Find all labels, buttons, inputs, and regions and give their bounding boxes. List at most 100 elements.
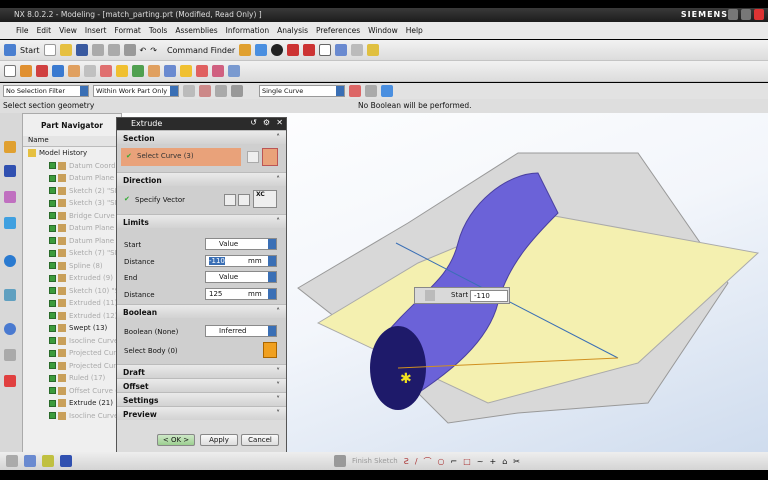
unit-dropdown-icon[interactable] [268,289,276,299]
visibility-checkbox[interactable] [49,199,56,207]
section-group-header[interactable]: Section ˄ [117,130,286,144]
feature-node[interactable]: Projected Curve [23,347,121,360]
visibility-checkbox[interactable] [49,312,56,320]
vector-dropdown[interactable]: XC [253,190,277,208]
menu-information[interactable]: Information [226,26,269,35]
start-button[interactable]: Start [20,46,40,55]
feature-node[interactable]: Sketch (10) "SK [23,285,121,298]
direction-group-header[interactable]: Direction ˄ [117,172,286,186]
feature-node[interactable]: Datum Plane (6) [23,235,121,248]
apply-button[interactable]: Apply [200,434,238,446]
settings-group-header[interactable]: Settings ˅ [117,392,286,406]
menu-analysis[interactable]: Analysis [277,26,308,35]
render-icon[interactable] [287,44,300,56]
visibility-checkbox[interactable] [49,162,56,170]
visibility-checkbox[interactable] [49,412,56,420]
snap-point-icon[interactable] [381,85,393,97]
unite-icon[interactable] [100,65,112,77]
hole-icon[interactable] [68,65,80,77]
analysis-icon[interactable] [367,44,380,56]
visibility-checkbox[interactable] [49,274,56,282]
shading-icon[interactable] [271,44,284,56]
vector-dialog-icon[interactable] [238,194,250,206]
sketch-section-icon[interactable] [247,151,259,163]
extrude-icon[interactable] [20,65,32,77]
history-icon[interactable] [4,323,16,335]
feature-node[interactable]: Isocline Curve ( [23,410,121,423]
reset-icon[interactable]: ↺ [250,118,257,127]
visibility-checkbox[interactable] [49,337,56,345]
circle-icon[interactable]: ○ [438,457,445,466]
finish-sketch-icon[interactable] [334,455,346,467]
finish-sketch-button[interactable]: Finish Sketch [352,457,398,465]
feature-node[interactable]: Swept (13) [23,322,121,335]
menu-tools[interactable]: Tools [149,26,167,35]
menu-file[interactable]: File [16,26,29,35]
visibility-checkbox[interactable] [49,249,56,257]
visibility-checkbox[interactable] [49,387,56,395]
selection-filter-dropdown[interactable]: No Selection Filter [3,85,89,97]
save-icon[interactable] [75,44,88,56]
system-materials-icon[interactable] [4,349,16,361]
model-history-node[interactable]: Model History [23,147,121,160]
minimize-button[interactable] [728,9,738,20]
selection-scope-dropdown[interactable]: Within Work Part Only [93,85,179,97]
boolean-dropdown[interactable]: Inferred [205,325,277,337]
feature-node[interactable]: Sketch (2) "SKE [23,185,121,198]
start-distance-input[interactable]: -110 mm [205,255,277,267]
command-finder-button[interactable]: Command Finder [167,46,235,55]
limit-type-icon[interactable] [425,290,435,301]
select-curve-row[interactable]: ✔ Select Curve (3) [121,148,241,166]
follow-fillet-icon[interactable] [365,85,377,97]
visibility-checkbox[interactable] [49,174,56,182]
start-handle-input[interactable]: -110 [470,290,508,302]
sketch-icon[interactable] [4,65,16,77]
visibility-checkbox[interactable] [49,212,56,220]
end-option-dropdown[interactable]: Value [205,271,277,283]
reuse-library-icon[interactable] [4,217,16,229]
process-studio-icon[interactable] [4,375,16,387]
visibility-checkbox[interactable] [49,287,56,295]
arc-icon[interactable]: ⌒ [424,456,432,467]
menu-insert[interactable]: Insert [85,26,107,35]
surface-icon[interactable] [196,65,208,77]
background-icon[interactable] [319,44,332,56]
select-all-icon[interactable] [215,85,227,97]
offset-curve-icon[interactable]: ⌂ [502,457,507,466]
profile-icon[interactable]: Ƨ [404,457,409,466]
visibility-checkbox[interactable] [49,324,56,332]
reverse-direction-icon[interactable] [224,194,236,206]
type-filter-icon[interactable] [199,85,211,97]
snap-icon[interactable] [183,85,195,97]
trim-body-icon[interactable] [164,65,176,77]
cut-icon[interactable] [91,44,104,56]
unit-dropdown-icon[interactable] [268,256,276,266]
part-navigator-icon[interactable] [4,191,16,203]
feature-node[interactable]: Ruled (17) [23,372,121,385]
name-column-header[interactable]: Name [23,136,121,147]
shell-icon[interactable] [148,65,160,77]
dialog-title-bar[interactable]: Extrude ✕ ⚙ ↺ [117,118,286,130]
assembly-icon[interactable] [351,44,364,56]
paste-icon[interactable] [123,44,136,56]
rectangle-select-icon[interactable] [231,85,243,97]
feature-node[interactable]: Extruded (11) [23,297,121,310]
open-icon[interactable] [59,44,72,56]
visibility-checkbox[interactable] [49,374,56,382]
visibility-checkbox[interactable] [49,399,56,407]
menu-format[interactable]: Format [114,26,140,35]
menu-window[interactable]: Window [368,26,398,35]
feature-node[interactable]: Extruded (12) [23,310,121,323]
feature-node[interactable]: Sketch (3) "SKE [23,197,121,210]
through-curves-icon[interactable] [180,65,192,77]
fillet-icon[interactable]: ⌐ [451,457,458,466]
visibility-checkbox[interactable] [49,349,56,357]
constraint-navigator-icon[interactable] [4,165,16,177]
ok-button[interactable]: < OK > [157,434,195,446]
visibility-checkbox[interactable] [49,187,56,195]
constraint-icon[interactable] [60,455,72,467]
offset-group-header[interactable]: Offset ˅ [117,378,286,392]
feature-node[interactable]: Offset Curve (2 [23,385,121,398]
preview-group-header[interactable]: Preview ˅ [117,406,286,420]
edge-blend-icon[interactable] [116,65,128,77]
